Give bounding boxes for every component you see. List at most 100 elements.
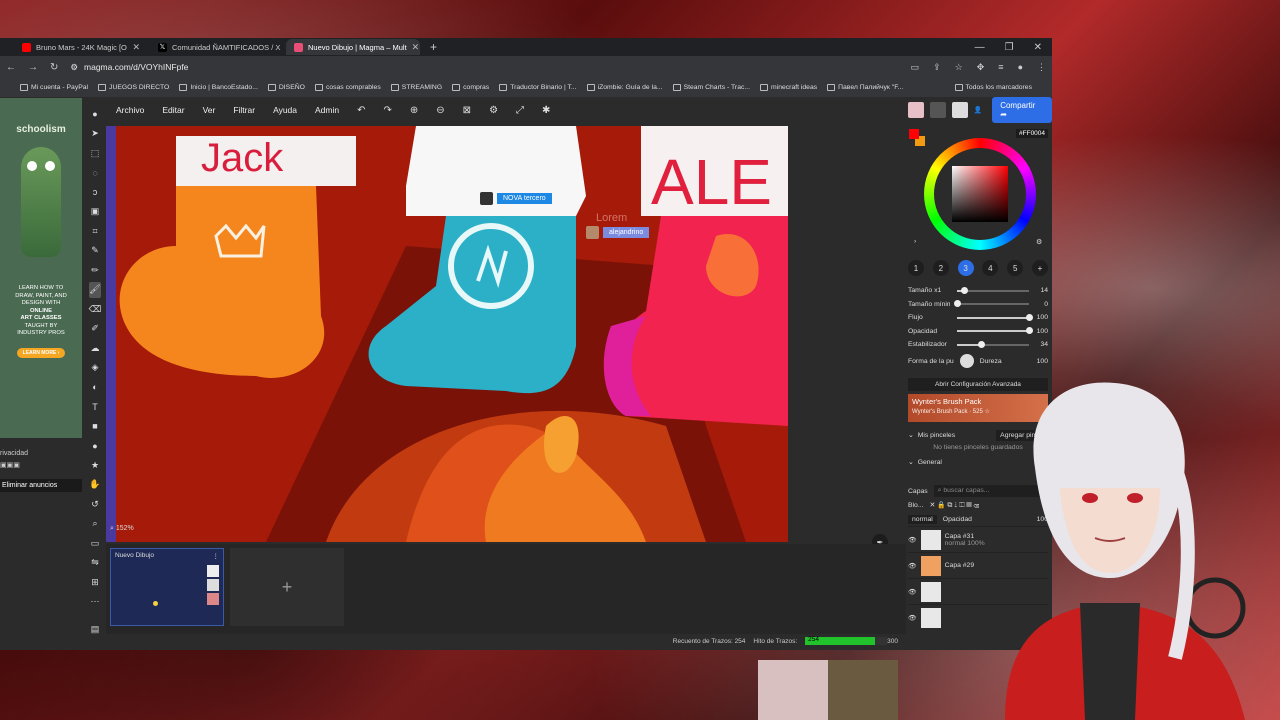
bookmark[interactable]: DISEÑO — [267, 84, 305, 91]
magma-logo-icon[interactable]: ● — [89, 106, 101, 123]
add-icon[interactable]: ⊞ — [89, 574, 101, 591]
eraser-icon[interactable]: ⌫ — [89, 301, 102, 318]
more-icon[interactable]: ⋯ — [89, 594, 101, 611]
menu-icon[interactable]: ⋮ — [1037, 62, 1046, 73]
brush-icon[interactable]: 🖌 — [89, 281, 101, 298]
slider-knob[interactable] — [1026, 313, 1033, 321]
settings-icon[interactable]: ⚙ — [489, 105, 498, 116]
eye-icon[interactable]: 👁 — [908, 536, 917, 544]
ad-banner[interactable]: schoolism LEARN HOW TO DRAW, PAINT, AND … — [0, 98, 82, 438]
brush-shape-preview[interactable] — [959, 354, 974, 368]
pencil-icon[interactable]: ✏ — [89, 262, 101, 279]
slider-track[interactable] — [954, 300, 1029, 308]
bookmark[interactable]: cosas comprables — [314, 84, 381, 91]
slider-knob[interactable] — [1026, 327, 1033, 335]
menu-ver[interactable]: Ver — [203, 105, 216, 115]
ad-learn-more-button[interactable]: LEARN MORE › — [16, 347, 66, 358]
share-icon[interactable]: ⇪ — [933, 62, 941, 73]
bookmark[interactable]: STREAMING — [390, 84, 442, 91]
move-tool-icon[interactable]: ➤ — [89, 126, 101, 143]
saturation-value-square[interactable] — [952, 166, 1008, 222]
undo-icon[interactable]: ↶ — [357, 105, 365, 116]
cast-icon[interactable]: ▭ — [911, 62, 920, 73]
ellipse-select-icon[interactable]: ◌ — [89, 165, 101, 182]
brush-slot[interactable]: 5 — [1007, 260, 1024, 276]
fullscreen-icon[interactable]: ⤢ — [516, 105, 524, 116]
privacy-link[interactable]: rivacidad — [0, 448, 82, 459]
add-brush-slot[interactable]: + — [1031, 260, 1048, 276]
menu-admin[interactable]: Admin — [315, 105, 339, 115]
general-label[interactable]: General — [918, 459, 942, 466]
slider-track[interactable] — [957, 313, 1033, 321]
blend-mode-select[interactable]: normal — [908, 514, 937, 524]
extensions-icon[interactable]: ✥ — [977, 62, 985, 73]
rectangle-icon[interactable]: ■ — [89, 418, 101, 435]
slider-knob[interactable] — [954, 300, 961, 308]
primary-color-swatch[interactable] — [909, 129, 919, 139]
brush-slot[interactable]: 3 — [957, 260, 974, 276]
bookmark[interactable]: minecraft ideas — [760, 84, 817, 91]
crop-icon[interactable]: ⌗ — [89, 223, 101, 240]
tools-icon[interactable]: ✱ — [542, 105, 550, 116]
slider-knob[interactable] — [961, 286, 969, 294]
brush-slot[interactable]: 2 — [932, 260, 949, 276]
bookmark[interactable]: iZombie: Guía de la... — [586, 84, 663, 91]
url-field[interactable]: ⚙ magma.com/d/VOYhINFpfe — [70, 62, 898, 73]
drawing-canvas[interactable]: Jack ALE NOVA tercero Lorem alejandrino — [106, 126, 788, 542]
more-icon[interactable]: ⋮ — [213, 552, 220, 560]
settings-icon[interactable]: ⚙ — [1036, 238, 1042, 246]
text-icon[interactable]: T — [89, 399, 101, 416]
eyedropper-icon[interactable]: ✎ — [89, 243, 101, 260]
site-info-icon[interactable]: ⚙ — [70, 62, 78, 73]
tab-x[interactable]: 𝕏 Comunidad ÑAMTIFICADOS / X ✕ — [150, 39, 284, 55]
transform-icon[interactable]: ▣ — [89, 204, 101, 221]
tab-magma[interactable]: Nuevo Dibujo | Magma – Mult ✕ — [286, 39, 420, 55]
zoom-in-icon[interactable]: ⊕ — [410, 105, 418, 116]
slider-track[interactable] — [957, 327, 1033, 335]
document-card[interactable]: Nuevo Dibujo ⋮ — [110, 548, 224, 626]
back-icon[interactable]: ← — [6, 62, 16, 73]
zoom-out-icon[interactable]: ⊖ — [436, 105, 444, 116]
tab-youtube[interactable]: Bruno Mars - 24K Magic [O ✕ — [14, 39, 148, 55]
chevron-down-icon[interactable]: ⌄ — [908, 431, 914, 439]
avatar[interactable] — [908, 102, 924, 118]
comment-icon[interactable]: ▭ — [89, 535, 101, 552]
brush-slot[interactable]: 1 — [908, 260, 924, 276]
bookmark[interactable]: JUEGOS DIRECTO — [98, 84, 169, 91]
bookmark[interactable]: Traductor Binario | T... — [499, 84, 577, 91]
bookmark[interactable]: Inicio | BancoEstado... — [179, 84, 258, 91]
star-shape-icon[interactable]: ★ — [89, 457, 101, 474]
slider-knob[interactable] — [978, 340, 986, 348]
avatar[interactable] — [929, 102, 946, 118]
avatar[interactable] — [951, 102, 968, 118]
bookmark[interactable]: Павел Палийчук "F... — [827, 84, 903, 91]
eye-icon[interactable]: 👁 — [908, 562, 917, 570]
add-document-button[interactable]: + — [230, 548, 344, 626]
menu-filtrar[interactable]: Filtrar — [233, 105, 255, 115]
slider-track[interactable] — [957, 286, 1029, 294]
menu-archivo[interactable]: Archivo — [116, 105, 144, 115]
star-icon[interactable]: ☆ — [955, 62, 963, 73]
menu-editar[interactable]: Editar — [162, 105, 184, 115]
remove-ads-button[interactable]: Eliminar anuncios — [0, 479, 82, 492]
close-icon[interactable]: ✕ — [132, 42, 140, 53]
paint-bucket-icon[interactable]: ◈ — [89, 360, 101, 377]
circle-icon[interactable]: ● — [89, 438, 101, 455]
rect-select-icon[interactable]: ⬚ — [89, 145, 101, 162]
panel-toggle-icon[interactable]: ▤ — [89, 621, 101, 638]
close-window-icon[interactable]: ✕ — [1034, 42, 1042, 53]
flip-icon[interactable]: ⇋ — [89, 555, 101, 572]
slider-track[interactable] — [957, 340, 1029, 348]
bookmark[interactable]: Mi cuenta - PayPal — [20, 84, 88, 91]
brush-slot[interactable]: 4 — [982, 260, 999, 276]
maximize-icon[interactable]: ❐ — [1005, 42, 1014, 53]
hand-icon[interactable]: ✋ — [89, 477, 101, 494]
share-button[interactable]: Compartir ➦ — [992, 97, 1052, 123]
smudge-icon[interactable]: ✐ — [89, 321, 101, 338]
chevron-down-icon[interactable]: ⌄ — [908, 458, 914, 466]
add-user-icon[interactable]: 👤 — [974, 106, 982, 114]
eye-icon[interactable]: 👁 — [908, 614, 917, 622]
ad-toolbar-icons[interactable]: ▣▣▣ — [0, 459, 82, 471]
hex-value[interactable]: #FF0004 — [1016, 129, 1049, 138]
zoom-icon[interactable]: ⌕ — [89, 516, 101, 533]
